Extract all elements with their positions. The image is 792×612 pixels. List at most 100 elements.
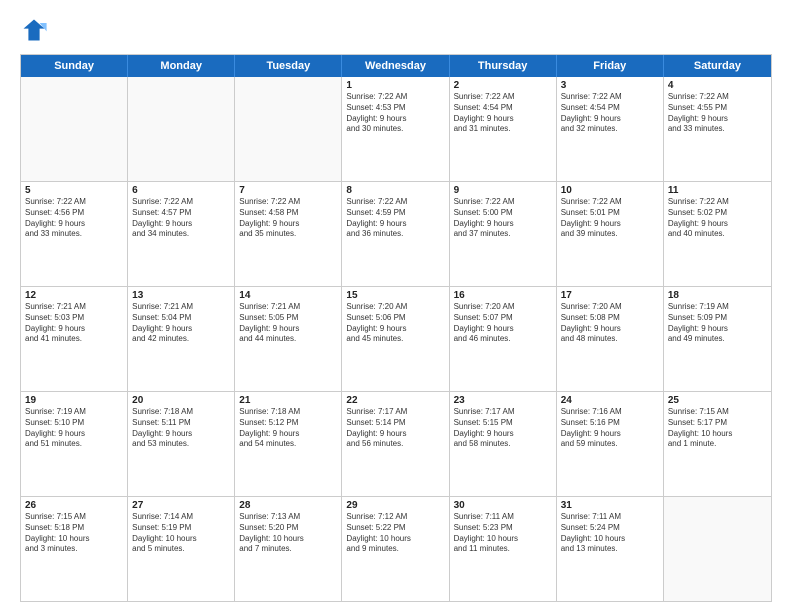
- cell-content: Sunrise: 7:20 AM Sunset: 5:06 PM Dayligh…: [346, 302, 444, 345]
- calendar-cell-0-2: [235, 77, 342, 181]
- day-number: 26: [25, 500, 123, 511]
- day-number: 7: [239, 185, 337, 196]
- cell-content: Sunrise: 7:22 AM Sunset: 4:55 PM Dayligh…: [668, 92, 767, 135]
- calendar-cell-2-3: 15Sunrise: 7:20 AM Sunset: 5:06 PM Dayli…: [342, 287, 449, 391]
- calendar-cell-3-0: 19Sunrise: 7:19 AM Sunset: 5:10 PM Dayli…: [21, 392, 128, 496]
- day-number: 4: [668, 80, 767, 91]
- calendar-cell-4-2: 28Sunrise: 7:13 AM Sunset: 5:20 PM Dayli…: [235, 497, 342, 601]
- day-number: 6: [132, 185, 230, 196]
- calendar-row-2: 12Sunrise: 7:21 AM Sunset: 5:03 PM Dayli…: [21, 287, 771, 392]
- calendar-cell-4-3: 29Sunrise: 7:12 AM Sunset: 5:22 PM Dayli…: [342, 497, 449, 601]
- calendar-row-3: 19Sunrise: 7:19 AM Sunset: 5:10 PM Dayli…: [21, 392, 771, 497]
- cell-content: Sunrise: 7:11 AM Sunset: 5:24 PM Dayligh…: [561, 512, 659, 555]
- cell-content: Sunrise: 7:11 AM Sunset: 5:23 PM Dayligh…: [454, 512, 552, 555]
- header-sunday: Sunday: [21, 55, 128, 77]
- cell-content: Sunrise: 7:19 AM Sunset: 5:10 PM Dayligh…: [25, 407, 123, 450]
- cell-content: Sunrise: 7:22 AM Sunset: 4:53 PM Dayligh…: [346, 92, 444, 135]
- calendar-cell-4-5: 31Sunrise: 7:11 AM Sunset: 5:24 PM Dayli…: [557, 497, 664, 601]
- calendar: Sunday Monday Tuesday Wednesday Thursday…: [20, 54, 772, 602]
- day-number: 15: [346, 290, 444, 301]
- calendar-body: 1Sunrise: 7:22 AM Sunset: 4:53 PM Daylig…: [21, 77, 771, 601]
- day-number: 10: [561, 185, 659, 196]
- cell-content: Sunrise: 7:15 AM Sunset: 5:18 PM Dayligh…: [25, 512, 123, 555]
- day-number: 29: [346, 500, 444, 511]
- day-number: 14: [239, 290, 337, 301]
- calendar-cell-0-0: [21, 77, 128, 181]
- day-number: 1: [346, 80, 444, 91]
- cell-content: Sunrise: 7:16 AM Sunset: 5:16 PM Dayligh…: [561, 407, 659, 450]
- calendar-cell-0-4: 2Sunrise: 7:22 AM Sunset: 4:54 PM Daylig…: [450, 77, 557, 181]
- calendar-cell-3-3: 22Sunrise: 7:17 AM Sunset: 5:14 PM Dayli…: [342, 392, 449, 496]
- cell-content: Sunrise: 7:21 AM Sunset: 5:04 PM Dayligh…: [132, 302, 230, 345]
- cell-content: Sunrise: 7:22 AM Sunset: 4:58 PM Dayligh…: [239, 197, 337, 240]
- calendar-cell-2-4: 16Sunrise: 7:20 AM Sunset: 5:07 PM Dayli…: [450, 287, 557, 391]
- day-number: 28: [239, 500, 337, 511]
- calendar-cell-3-4: 23Sunrise: 7:17 AM Sunset: 5:15 PM Dayli…: [450, 392, 557, 496]
- calendar-cell-1-4: 9Sunrise: 7:22 AM Sunset: 5:00 PM Daylig…: [450, 182, 557, 286]
- day-number: 8: [346, 185, 444, 196]
- cell-content: Sunrise: 7:19 AM Sunset: 5:09 PM Dayligh…: [668, 302, 767, 345]
- day-number: 11: [668, 185, 767, 196]
- day-number: 12: [25, 290, 123, 301]
- cell-content: Sunrise: 7:17 AM Sunset: 5:15 PM Dayligh…: [454, 407, 552, 450]
- day-number: 22: [346, 395, 444, 406]
- header-friday: Friday: [557, 55, 664, 77]
- calendar-cell-1-5: 10Sunrise: 7:22 AM Sunset: 5:01 PM Dayli…: [557, 182, 664, 286]
- day-number: 16: [454, 290, 552, 301]
- calendar-cell-2-6: 18Sunrise: 7:19 AM Sunset: 5:09 PM Dayli…: [664, 287, 771, 391]
- cell-content: Sunrise: 7:22 AM Sunset: 5:02 PM Dayligh…: [668, 197, 767, 240]
- cell-content: Sunrise: 7:13 AM Sunset: 5:20 PM Dayligh…: [239, 512, 337, 555]
- calendar-cell-0-5: 3Sunrise: 7:22 AM Sunset: 4:54 PM Daylig…: [557, 77, 664, 181]
- day-number: 21: [239, 395, 337, 406]
- day-number: 17: [561, 290, 659, 301]
- cell-content: Sunrise: 7:14 AM Sunset: 5:19 PM Dayligh…: [132, 512, 230, 555]
- header-wednesday: Wednesday: [342, 55, 449, 77]
- calendar-cell-3-5: 24Sunrise: 7:16 AM Sunset: 5:16 PM Dayli…: [557, 392, 664, 496]
- cell-content: Sunrise: 7:21 AM Sunset: 5:03 PM Dayligh…: [25, 302, 123, 345]
- day-number: 5: [25, 185, 123, 196]
- calendar-cell-4-4: 30Sunrise: 7:11 AM Sunset: 5:23 PM Dayli…: [450, 497, 557, 601]
- cell-content: Sunrise: 7:18 AM Sunset: 5:12 PM Dayligh…: [239, 407, 337, 450]
- calendar-cell-2-5: 17Sunrise: 7:20 AM Sunset: 5:08 PM Dayli…: [557, 287, 664, 391]
- day-number: 31: [561, 500, 659, 511]
- day-number: 24: [561, 395, 659, 406]
- header-monday: Monday: [128, 55, 235, 77]
- day-number: 2: [454, 80, 552, 91]
- logo: [20, 16, 52, 44]
- day-number: 25: [668, 395, 767, 406]
- calendar-cell-3-1: 20Sunrise: 7:18 AM Sunset: 5:11 PM Dayli…: [128, 392, 235, 496]
- calendar-cell-3-6: 25Sunrise: 7:15 AM Sunset: 5:17 PM Dayli…: [664, 392, 771, 496]
- calendar-row-4: 26Sunrise: 7:15 AM Sunset: 5:18 PM Dayli…: [21, 497, 771, 601]
- day-number: 19: [25, 395, 123, 406]
- calendar-cell-1-2: 7Sunrise: 7:22 AM Sunset: 4:58 PM Daylig…: [235, 182, 342, 286]
- day-number: 18: [668, 290, 767, 301]
- calendar-row-0: 1Sunrise: 7:22 AM Sunset: 4:53 PM Daylig…: [21, 77, 771, 182]
- cell-content: Sunrise: 7:20 AM Sunset: 5:07 PM Dayligh…: [454, 302, 552, 345]
- calendar-cell-0-6: 4Sunrise: 7:22 AM Sunset: 4:55 PM Daylig…: [664, 77, 771, 181]
- cell-content: Sunrise: 7:22 AM Sunset: 4:59 PM Dayligh…: [346, 197, 444, 240]
- calendar-cell-0-3: 1Sunrise: 7:22 AM Sunset: 4:53 PM Daylig…: [342, 77, 449, 181]
- calendar-cell-3-2: 21Sunrise: 7:18 AM Sunset: 5:12 PM Dayli…: [235, 392, 342, 496]
- day-number: 3: [561, 80, 659, 91]
- cell-content: Sunrise: 7:22 AM Sunset: 4:54 PM Dayligh…: [561, 92, 659, 135]
- cell-content: Sunrise: 7:18 AM Sunset: 5:11 PM Dayligh…: [132, 407, 230, 450]
- cell-content: Sunrise: 7:22 AM Sunset: 4:57 PM Dayligh…: [132, 197, 230, 240]
- header: [20, 16, 772, 44]
- cell-content: Sunrise: 7:22 AM Sunset: 5:01 PM Dayligh…: [561, 197, 659, 240]
- calendar-cell-2-1: 13Sunrise: 7:21 AM Sunset: 5:04 PM Dayli…: [128, 287, 235, 391]
- calendar-header: Sunday Monday Tuesday Wednesday Thursday…: [21, 55, 771, 77]
- cell-content: Sunrise: 7:22 AM Sunset: 5:00 PM Dayligh…: [454, 197, 552, 240]
- day-number: 23: [454, 395, 552, 406]
- page: Sunday Monday Tuesday Wednesday Thursday…: [0, 0, 792, 612]
- day-number: 30: [454, 500, 552, 511]
- header-tuesday: Tuesday: [235, 55, 342, 77]
- calendar-cell-4-1: 27Sunrise: 7:14 AM Sunset: 5:19 PM Dayli…: [128, 497, 235, 601]
- calendar-cell-0-1: [128, 77, 235, 181]
- header-thursday: Thursday: [450, 55, 557, 77]
- cell-content: Sunrise: 7:22 AM Sunset: 4:54 PM Dayligh…: [454, 92, 552, 135]
- cell-content: Sunrise: 7:17 AM Sunset: 5:14 PM Dayligh…: [346, 407, 444, 450]
- day-number: 27: [132, 500, 230, 511]
- day-number: 13: [132, 290, 230, 301]
- cell-content: Sunrise: 7:21 AM Sunset: 5:05 PM Dayligh…: [239, 302, 337, 345]
- calendar-cell-1-0: 5Sunrise: 7:22 AM Sunset: 4:56 PM Daylig…: [21, 182, 128, 286]
